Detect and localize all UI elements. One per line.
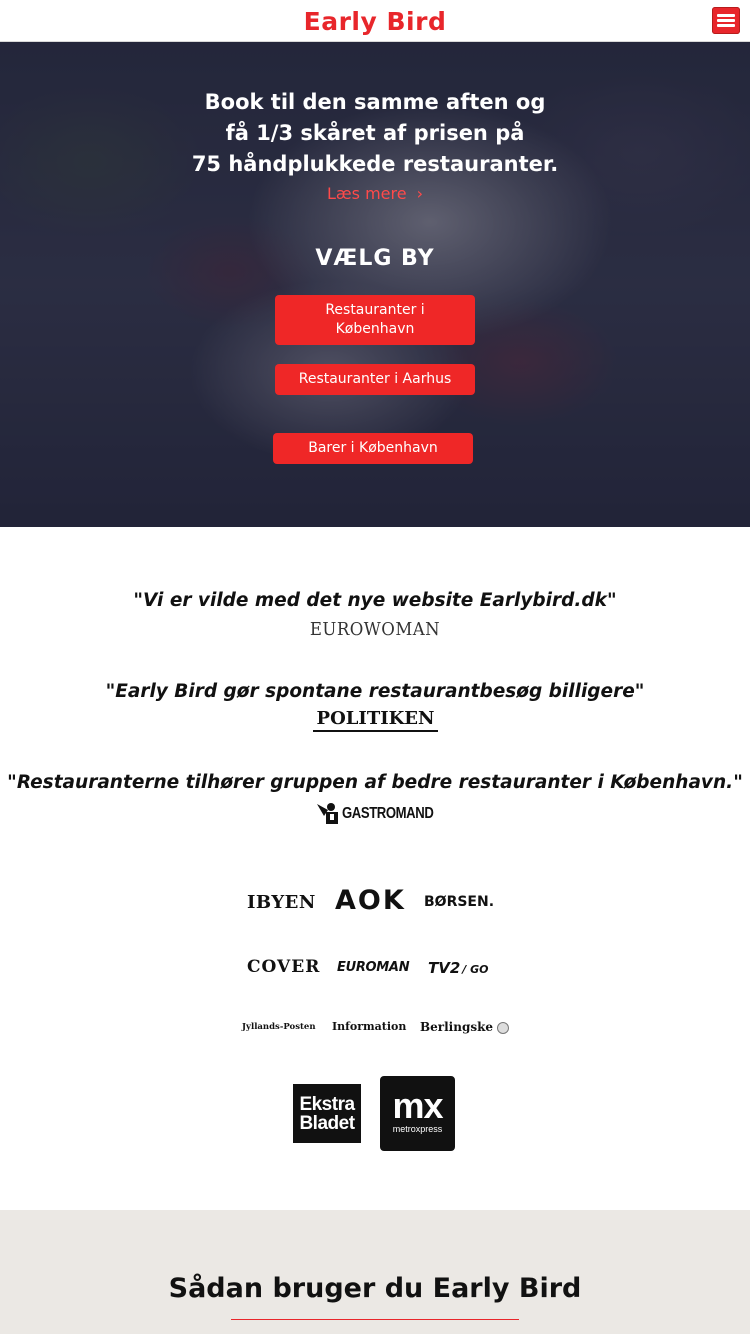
restaurants-copenhagen-button[interactable]: Restauranter i København xyxy=(275,295,475,345)
metroxpress-logo: mx metroxpress xyxy=(380,1076,455,1151)
quote-text: Early Bird gør spontane restaurantbesøg … xyxy=(115,681,635,702)
title-underline xyxy=(231,1319,519,1320)
press-quote: "Vi er vilde med det nye website Earlybi… xyxy=(133,590,617,611)
eurowoman-logo: EUROWOMAN xyxy=(309,619,441,640)
choose-city-heading: VÆLG BY xyxy=(315,246,435,271)
read-more-link[interactable]: Læs mere › xyxy=(0,184,750,203)
berlingske-wordmark: Berlingske xyxy=(420,1020,494,1034)
how-to-section: Sådan bruger du Early Bird xyxy=(0,1210,750,1334)
quote-text: Vi er vilde med det nye website Earlybir… xyxy=(143,590,607,611)
read-more-label: Læs mere xyxy=(327,184,407,203)
quote-text: Restauranterne tilhører gruppen af bedre… xyxy=(16,772,734,793)
berlingske-logo: Berlingske xyxy=(420,1020,510,1034)
tv2-go-suffix: / GO xyxy=(462,963,489,976)
brand-logo[interactable]: Early Bird xyxy=(0,7,750,36)
tv2-go-logo: TV2/ GO xyxy=(428,959,489,977)
jyllands-posten-logo: Jyllands-Posten xyxy=(242,1022,316,1032)
restaurants-aarhus-button[interactable]: Restauranter i Aarhus xyxy=(275,364,475,395)
bars-copenhagen-button[interactable]: Barer i København xyxy=(273,433,473,464)
ekstra-bladet-logo: Ekstra Bladet xyxy=(293,1084,361,1143)
headline-line: få 1/3 skåret af prisen på xyxy=(225,121,525,145)
ibyen-logo: IBYEN xyxy=(247,892,316,913)
hero-section: Book til den samme aften og få 1/3 skåre… xyxy=(0,42,750,527)
ekstra-line: Bladet xyxy=(299,1112,355,1134)
tv2-wordmark: TV2 xyxy=(428,959,461,977)
gastromand-wordmark: GASTROMAND xyxy=(342,805,434,822)
press-quote: "Early Bird gør spontane restaurantbesøg… xyxy=(105,681,645,702)
gastromand-logo: GASTROMAND xyxy=(316,800,436,826)
borsen-logo: BØRSEN. xyxy=(424,894,495,910)
ekstra-line: Ekstra xyxy=(299,1093,355,1115)
headline-line: 75 håndplukkede restauranter. xyxy=(191,152,559,176)
top-bar: Early Bird xyxy=(0,0,750,42)
press-quote: "Restauranterne tilhører gruppen af bedr… xyxy=(7,772,743,793)
euroman-logo: EUROMAN xyxy=(337,960,410,975)
cover-logo: COVER xyxy=(247,957,321,977)
chevron-right-icon: › xyxy=(416,184,423,203)
politiken-logo: POLITIKEN xyxy=(313,709,438,732)
mx-subtitle: metroxpress xyxy=(392,1124,443,1134)
menu-bar xyxy=(717,14,735,17)
aok-logo: AOK xyxy=(335,885,406,916)
hero-headline: Book til den samme aften og få 1/3 skåre… xyxy=(150,87,600,180)
headline-line: Book til den samme aften og xyxy=(204,90,546,114)
how-to-title: Sådan bruger du Early Bird xyxy=(168,1273,582,1304)
menu-bar xyxy=(717,24,735,27)
mx-wordmark: mx xyxy=(392,1085,443,1126)
information-logo: Information xyxy=(332,1020,407,1033)
hamburger-menu-icon[interactable] xyxy=(712,7,740,34)
berlingske-crest-icon xyxy=(497,1021,510,1034)
menu-bar xyxy=(717,19,735,22)
gastromand-figure-icon xyxy=(317,803,338,824)
